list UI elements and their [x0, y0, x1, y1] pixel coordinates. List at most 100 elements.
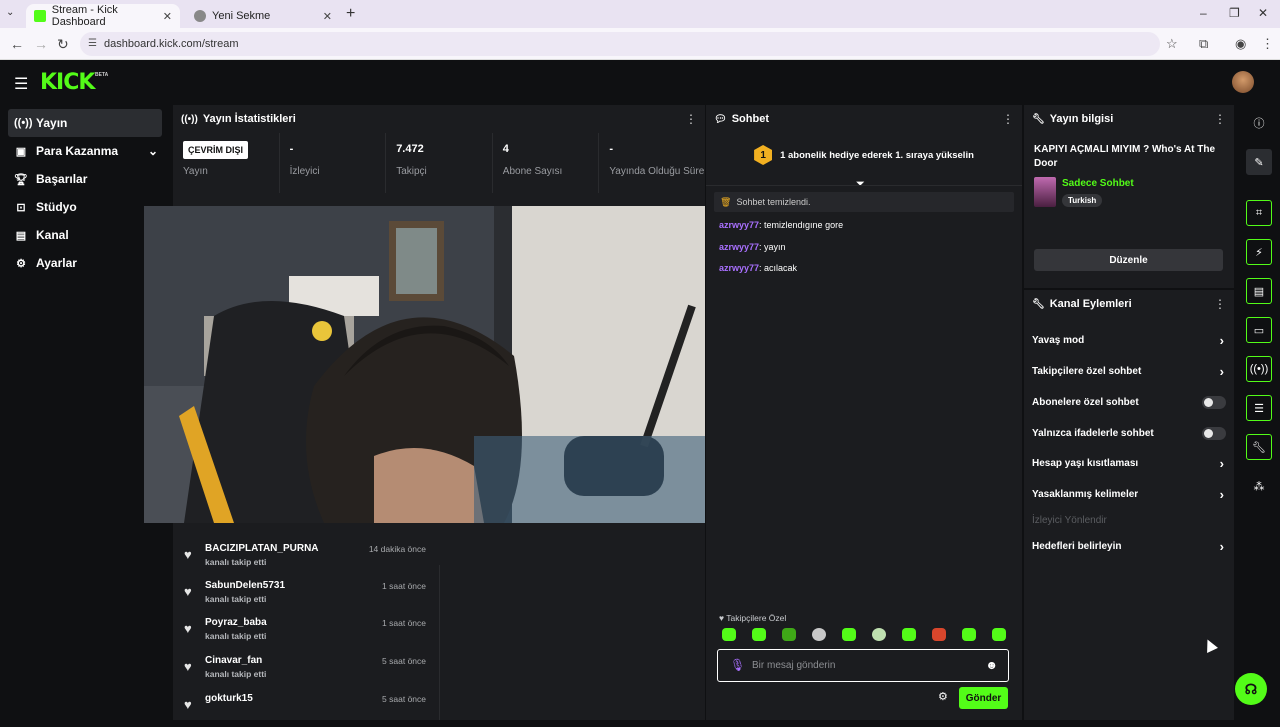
action-set-goals[interactable]: Hedefleri belirleyin ›: [1032, 536, 1226, 556]
chat-username[interactable]: azrwyy77: [719, 242, 759, 252]
sidebar-item-channel[interactable]: ▤ Kanal: [8, 221, 162, 249]
forward-icon[interactable]: →: [34, 36, 48, 52]
sidebar-item-monetization[interactable]: ▣ Para Kazanma ⌄: [8, 137, 162, 165]
minimize-icon[interactable]: –: [1200, 6, 1207, 20]
chat-message[interactable]: azrwyy77: temizlendıgıne gore: [719, 220, 843, 230]
document-icon[interactable]: ▤: [1246, 278, 1272, 304]
chevron-right-icon: ›: [1219, 486, 1224, 502]
bookmark-star-icon[interactable]: ☆: [1166, 36, 1178, 52]
restore-icon[interactable]: ❐: [1229, 6, 1240, 20]
user-avatar[interactable]: [1232, 71, 1254, 93]
support-chat-button[interactable]: ☊: [1235, 673, 1267, 705]
kick-dashboard: ☰ KICK BETA ((•)) Yayın ▣ Para Kazanma ⌄…: [0, 61, 1280, 720]
sidebar-item-studio[interactable]: ⊡ Stüdyo: [8, 193, 162, 221]
browser-tab-kick[interactable]: Stream - Kick Dashboard ✕: [26, 4, 180, 28]
more-options-icon[interactable]: ⋮: [685, 112, 697, 126]
more-tools-icon[interactable]: ⁂: [1246, 473, 1272, 499]
chat-icon[interactable]: ▭: [1246, 317, 1272, 343]
emote-icon[interactable]: [962, 628, 976, 641]
emote-icon[interactable]: [722, 628, 736, 641]
info-icon[interactable]: ⓘ: [1246, 110, 1272, 136]
globe-favicon-icon: [194, 10, 206, 22]
chevron-down-icon[interactable]: ⌄: [148, 144, 158, 158]
emote-icon[interactable]: [992, 628, 1006, 641]
more-options-icon[interactable]: ⋮: [1214, 112, 1226, 126]
list-item[interactable]: ♥ BACIZIPLATAN_PURNA kanalı takip etti 1…: [182, 543, 432, 577]
url-input[interactable]: ☰ dashboard.kick.com/stream: [80, 32, 1160, 56]
sidebar-item-achievements[interactable]: 🏆︎ Başarılar: [8, 165, 162, 193]
heart-icon: ♥: [184, 621, 192, 636]
sidebar-item-stream[interactable]: ((•)) Yayın: [8, 109, 162, 137]
emotes-only-toggle[interactable]: [1202, 426, 1226, 440]
more-options-icon[interactable]: ⋮: [1002, 112, 1014, 126]
chat-settings-gear-icon[interactable]: ⚙: [938, 690, 948, 703]
emote-icon[interactable]: [812, 628, 826, 641]
lightning-icon[interactable]: ⚡︎: [1246, 239, 1272, 265]
new-tab-icon[interactable]: +: [346, 5, 355, 23]
close-tab-icon[interactable]: ✕: [323, 10, 332, 23]
trophy-icon: 🏆︎: [14, 173, 28, 186]
category-name[interactable]: Sadece Sohbet: [1062, 178, 1134, 189]
action-account-age[interactable]: Hesap yaşı kısıtlaması ›: [1032, 453, 1226, 473]
browser-menu-icon[interactable]: ⋮: [1261, 36, 1274, 52]
panel-header: 🔧︎ Yayın bilgisi: [1024, 105, 1234, 133]
list-item[interactable]: ♥ Cinavar_fan kanalı takip etti 5 saat ö…: [182, 655, 432, 689]
emote-icon[interactable]: [902, 628, 916, 641]
action-followers-only[interactable]: Takipçilere özel sohbet ›: [1032, 361, 1226, 381]
channel-icon: ▤: [15, 229, 27, 242]
close-window-icon[interactable]: ✕: [1258, 6, 1268, 20]
gift-leaderboard-banner[interactable]: 1 1 abonelik hediye ederek 1. sıraya yük…: [706, 133, 1022, 177]
chat-message[interactable]: azrwyy77: yayın: [719, 242, 786, 252]
action-label: İzleyici Yönlendir: [1032, 514, 1107, 526]
gear-icon: ⚙: [16, 257, 26, 270]
extensions-icon[interactable]: ⧉: [1199, 36, 1208, 52]
action-banned-words[interactable]: Yasaklanmış kelimeler ›: [1032, 484, 1226, 504]
emoji-icon[interactable]: ☻: [985, 658, 998, 672]
list-item[interactable]: ♥ gokturk15 5 saat önce: [182, 693, 432, 727]
wrench-icon[interactable]: 🔧︎: [1246, 434, 1272, 460]
chat-message[interactable]: azrwyy77: acılacak: [719, 263, 797, 273]
edit-button[interactable]: Düzenle: [1034, 249, 1223, 271]
stat-subscribers: 4 Abone Sayısı: [493, 133, 600, 193]
list-item[interactable]: ♥ SabunDelen5731 kanalı takip etti 1 saa…: [182, 580, 432, 614]
emote-icon[interactable]: [782, 628, 796, 641]
send-button[interactable]: Gönder: [959, 687, 1008, 709]
menu-icon[interactable]: ☰: [14, 74, 28, 94]
sidebar-item-settings[interactable]: ⚙ Ayarlar: [8, 249, 162, 277]
action-slow-mode[interactable]: Yavaş mod ›: [1032, 330, 1226, 350]
chat-username[interactable]: azrwyy77: [719, 220, 759, 230]
emote-icon[interactable]: [752, 628, 766, 641]
emote-icon[interactable]: [842, 628, 856, 641]
rank-medal-icon: 1: [754, 145, 773, 165]
scan-icon[interactable]: ⌗: [1246, 200, 1272, 226]
emote-icon[interactable]: [872, 628, 886, 641]
action-label: Takipçilere özel sohbet: [1032, 365, 1142, 377]
reload-icon[interactable]: ↻: [57, 36, 69, 53]
offline-badge: ÇEVRİM DIŞI: [183, 141, 249, 159]
chevron-right-icon: ›: [1219, 332, 1224, 348]
profile-icon[interactable]: ◉: [1235, 36, 1246, 52]
follower-time: 5 saat önce: [382, 656, 426, 666]
subscribers-only-toggle[interactable]: [1202, 395, 1226, 409]
microphone-icon[interactable]: 🎙︎: [730, 658, 745, 672]
site-info-icon[interactable]: ☰: [88, 38, 97, 49]
back-icon[interactable]: ←: [10, 36, 24, 52]
chat-message-input[interactable]: 🎙︎ Bir mesaj gönderin ☻: [717, 649, 1009, 682]
stream-title: KAPIYI AÇMALI MIYIM ? Who's At The Door: [1034, 144, 1216, 169]
list-item[interactable]: ♥ Poyraz_baba kanalı takip etti 1 saat ö…: [182, 617, 432, 651]
broadcast-icon: ((•)): [14, 117, 33, 129]
pencil-icon[interactable]: ✎: [1246, 149, 1272, 175]
emote-icon[interactable]: [932, 628, 946, 641]
kick-logo[interactable]: KICK: [40, 70, 95, 95]
wrench-icon: 🔧︎: [1032, 113, 1045, 125]
follower-action: kanalı takip etti: [205, 631, 267, 641]
follower-name: SabunDelen5731: [205, 580, 286, 591]
banner-text: 1 abonelik hediye ederek 1. sıraya yükse…: [780, 149, 974, 161]
chat-username[interactable]: azrwyy77: [719, 263, 759, 273]
close-tab-icon[interactable]: ✕: [163, 10, 172, 23]
tab-search-icon[interactable]: ⌄: [6, 7, 14, 18]
more-options-icon[interactable]: ⋮: [1214, 297, 1226, 311]
browser-tab-new[interactable]: Yeni Sekme ✕: [186, 4, 340, 28]
broadcast-icon[interactable]: ((•)): [1246, 356, 1272, 382]
layout-icon[interactable]: ☰: [1246, 395, 1272, 421]
